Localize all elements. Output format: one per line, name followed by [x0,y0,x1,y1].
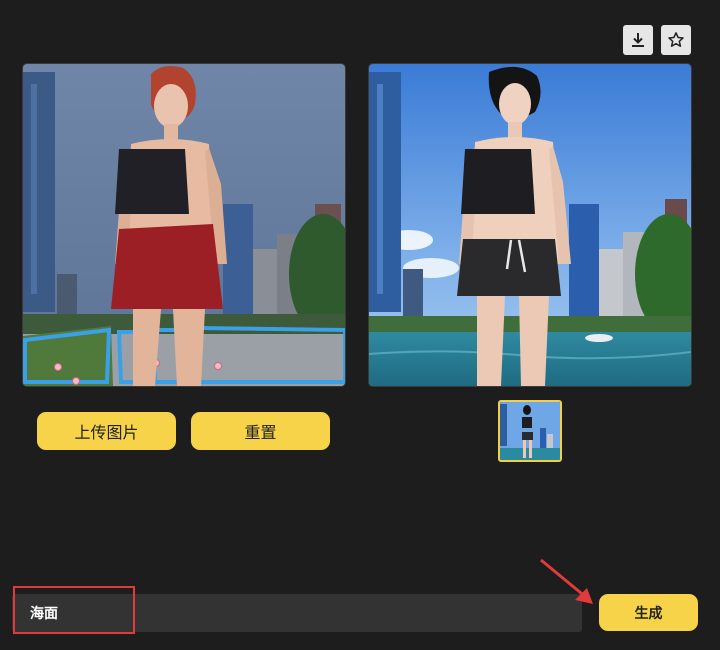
result-image [369,64,691,386]
download-button[interactable] [623,25,653,55]
star-icon [668,32,684,47]
result-thumbnail-image [500,402,560,460]
download-icon [632,33,644,47]
result-thumbnail[interactable] [498,400,562,462]
prompt-highlight-box [13,586,135,634]
result-image-panel[interactable] [368,63,692,387]
reset-button[interactable]: 重置 [191,412,330,450]
annotation-arrow-icon [540,558,593,604]
generate-button[interactable]: 生成 [599,594,698,631]
original-image-panel[interactable] [22,63,346,387]
original-image [23,64,345,386]
favorite-button[interactable] [661,25,691,55]
upload-image-button[interactable]: 上传图片 [37,412,176,450]
